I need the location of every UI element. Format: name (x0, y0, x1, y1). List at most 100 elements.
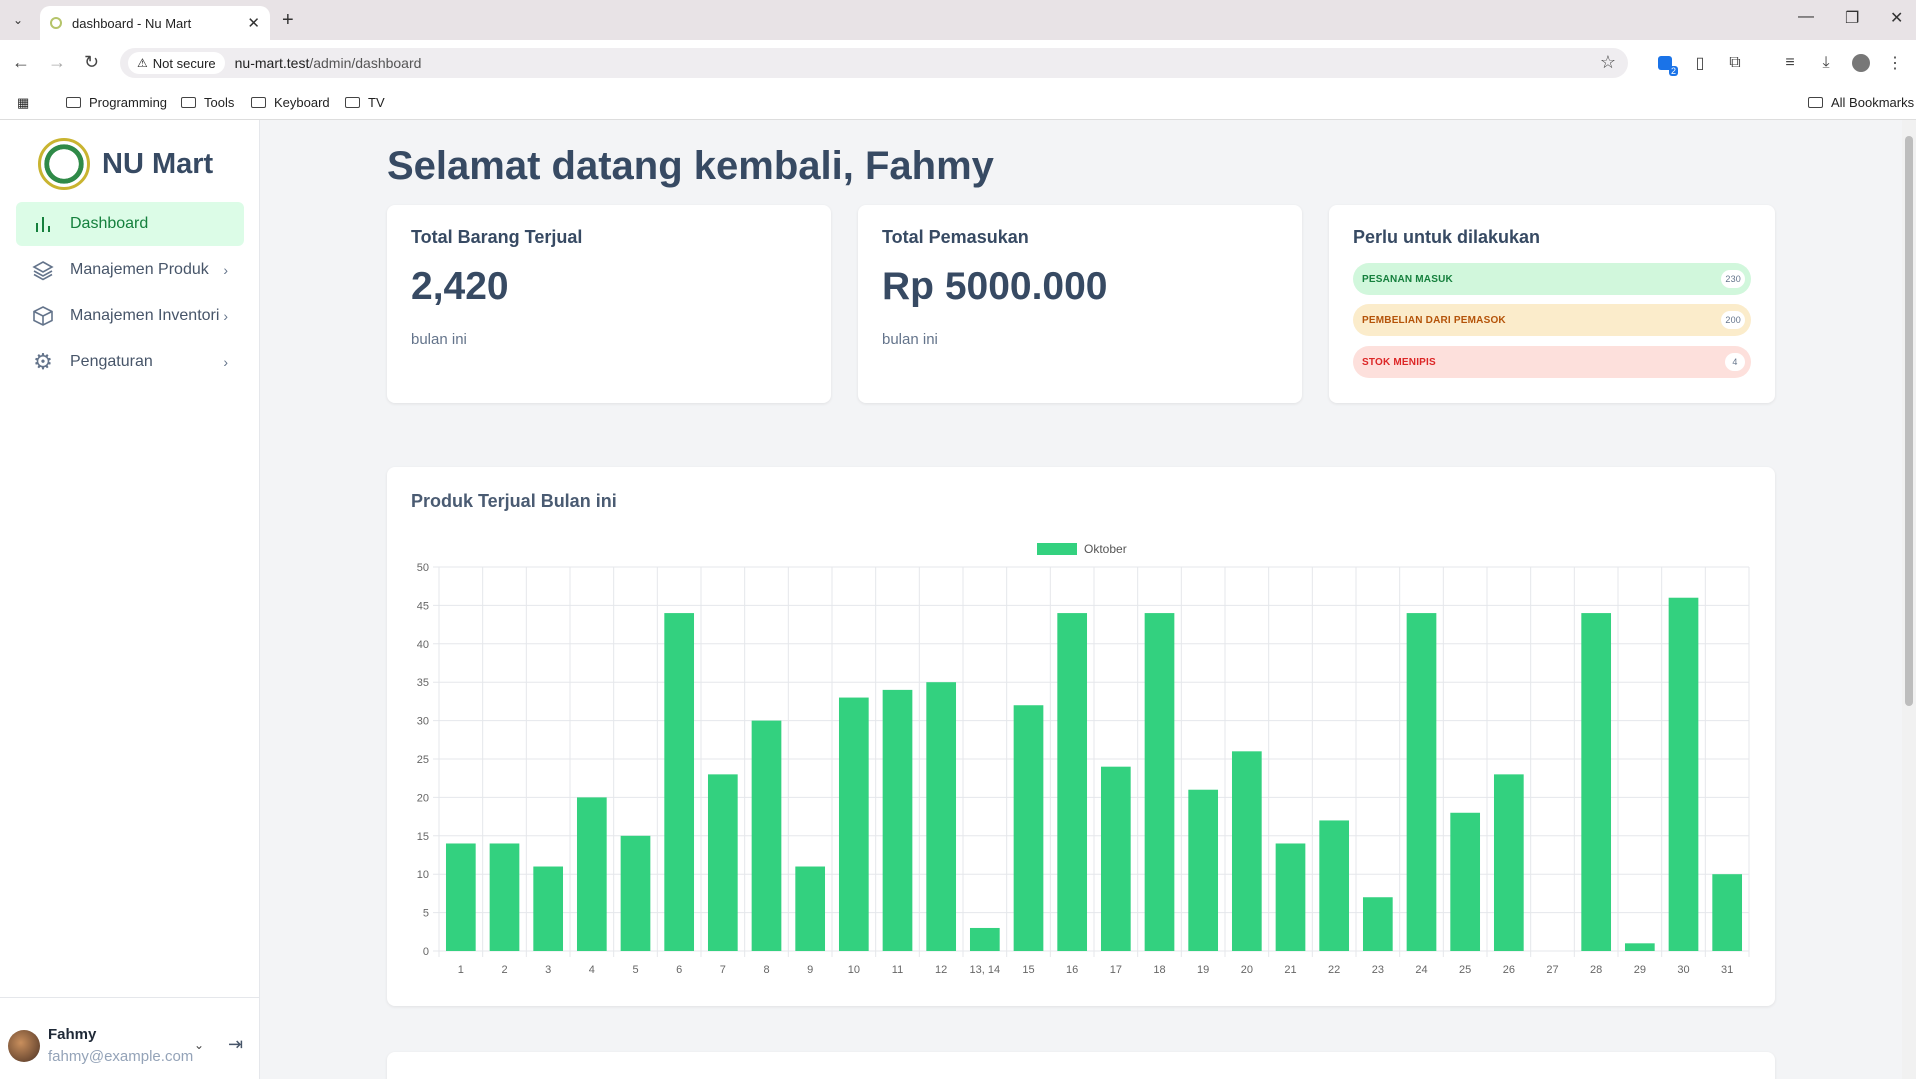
page-title: Selamat datang kembali, Fahmy (387, 144, 994, 188)
bookmark-folder-tv[interactable]: TV (345, 95, 385, 110)
browser-tab-active[interactable]: dashboard - Nu Mart ✕ (40, 6, 270, 40)
x-tick-label: 30 (1677, 964, 1689, 976)
stat-card-value: Rp 5000.000 (882, 265, 1108, 308)
bar (664, 613, 695, 951)
todo-item-pembelian-pemasok[interactable]: PEMBELIAN DARI PEMASOK 200 (1353, 304, 1751, 336)
next-card (387, 1052, 1775, 1079)
avatar[interactable] (8, 1030, 40, 1062)
sidebar-item-pengaturan[interactable]: ⚙ Pengaturan › (16, 340, 244, 384)
folder-icon (251, 97, 266, 108)
bookmark-star-icon[interactable]: ☆ (1600, 52, 1616, 73)
bar (1057, 613, 1088, 951)
stat-card-value: 2,420 (411, 265, 509, 308)
y-tick-label: 0 (423, 946, 429, 958)
x-tick-label: 15 (1022, 964, 1034, 976)
bookmark-label: Keyboard (274, 95, 330, 110)
translate-extension-icon[interactable]: 2 (1654, 52, 1678, 76)
stat-card-title: Total Barang Terjual (411, 227, 583, 247)
todo-count-badge: 200 (1721, 311, 1745, 329)
reload-icon[interactable]: ↻ (84, 52, 99, 73)
page-scrollbar[interactable] (1902, 120, 1916, 1079)
download-icon[interactable]: ⤓ (1815, 52, 1837, 74)
todo-count-badge: 230 (1721, 270, 1745, 288)
browser-menu-icon[interactable]: ⋮ (1884, 52, 1906, 74)
x-tick-label: 27 (1546, 964, 1558, 976)
y-tick-label: 30 (417, 716, 429, 728)
x-tick-label: 31 (1721, 964, 1733, 976)
bar (1668, 597, 1699, 951)
x-tick-label: 5 (632, 964, 638, 976)
gear-icon: ⚙ (33, 349, 53, 374)
x-tick-label: 22 (1328, 964, 1340, 976)
x-tick-label: 4 (589, 964, 595, 976)
bar (1144, 613, 1175, 951)
y-tick-label: 10 (417, 869, 429, 881)
user-profile: Fahmy fahmy@example.com ⌄ ⇥ (0, 997, 260, 1079)
x-tick-label: 2 (501, 964, 507, 976)
security-chip[interactable]: ⚠ Not secure (128, 52, 225, 74)
window-minimize-icon[interactable]: — (1798, 8, 1814, 26)
bar (445, 843, 476, 951)
x-tick-label: 16 (1066, 964, 1078, 976)
x-tick-label: 11 (892, 964, 903, 976)
todo-item-stok-menipis[interactable]: STOK MENIPIS 4 (1353, 346, 1751, 378)
stat-card-title: Total Pemasukan (882, 227, 1029, 247)
sidebar-item-manajemen-produk[interactable]: Manajemen Produk › (16, 248, 244, 292)
y-tick-label: 45 (417, 600, 429, 612)
bookmark-folder-programming[interactable]: Programming (66, 95, 167, 110)
folder-icon (345, 97, 360, 108)
x-tick-label: 21 (1284, 964, 1296, 976)
sidebar-item-label: Pengaturan (70, 353, 153, 370)
sidebar-item-manajemen-inventori[interactable]: Manajemen Inventori › (16, 294, 244, 338)
bar (620, 835, 651, 951)
new-tab-plus-icon[interactable]: + (282, 9, 294, 32)
all-bookmarks-button[interactable]: All Bookmarks (1808, 95, 1914, 110)
chevron-right-icon: › (223, 262, 228, 278)
media-queue-icon[interactable]: ≡ (1779, 52, 1801, 74)
bookmarks-bar: ▦ Programming Tools Keyboard TV All Book… (0, 86, 1916, 120)
extension-badge: 2 (1668, 66, 1678, 76)
brand-name: NU Mart (102, 148, 214, 180)
x-tick-label: 20 (1241, 964, 1253, 976)
tab-title: dashboard - Nu Mart (72, 15, 192, 31)
chart-card: Produk Terjual Bulan ini Oktober 0 5 10 15 2… (387, 467, 1775, 1006)
folder-icon (1808, 97, 1823, 108)
bar (1275, 843, 1306, 951)
sidebar-item-label: Manajemen Produk (70, 261, 209, 278)
bookmark-folder-tools[interactable]: Tools (181, 95, 234, 110)
y-tick-label: 40 (417, 639, 429, 651)
y-tick-label: 35 (417, 677, 429, 689)
bar (1581, 613, 1612, 951)
scrollbar-thumb[interactable] (1905, 136, 1913, 706)
x-tick-label: 9 (807, 964, 813, 976)
profile-avatar-icon[interactable] (1850, 52, 1872, 74)
bar (576, 797, 607, 951)
address-bar[interactable]: ⚠ Not secure nu-mart.test/admin/dashboar… (120, 48, 1628, 78)
logout-icon[interactable]: ⇥ (228, 1034, 243, 1055)
tab-list-chevron-icon[interactable]: ⌄ (6, 8, 30, 32)
bar (1362, 897, 1393, 951)
x-tick-label: 7 (720, 964, 726, 976)
forward-arrow-icon[interactable]: → (48, 52, 66, 73)
todo-item-pesanan-masuk[interactable]: PESANAN MASUK 230 (1353, 263, 1751, 295)
apps-grid-icon[interactable]: ▦ (17, 95, 29, 111)
x-tick-label: 18 (1153, 964, 1165, 976)
clipboard-extension-icon[interactable]: ▯ (1689, 52, 1711, 74)
x-tick-label: 17 (1110, 964, 1122, 976)
chevron-down-icon[interactable]: ⌄ (194, 1038, 204, 1052)
todo-card: Perlu untuk dilakukan PESANAN MASUK 230 … (1329, 205, 1775, 403)
bar (1406, 613, 1437, 951)
window-restore-icon[interactable]: ❐ (1845, 8, 1859, 28)
folder-icon (181, 97, 196, 108)
y-tick-label: 50 (417, 562, 429, 574)
site-favicon-icon (50, 17, 62, 29)
x-tick-label: 10 (848, 964, 860, 976)
window-close-icon[interactable]: ✕ (1890, 8, 1903, 28)
extensions-puzzle-icon[interactable]: ⧉ (1724, 52, 1746, 74)
bookmark-folder-keyboard[interactable]: Keyboard (251, 95, 330, 110)
y-tick-label: 25 (417, 754, 429, 766)
back-arrow-icon[interactable]: ← (12, 52, 30, 73)
bar (707, 774, 738, 951)
sidebar-item-dashboard[interactable]: Dashboard (16, 202, 244, 246)
tab-close-icon[interactable]: ✕ (247, 14, 260, 32)
